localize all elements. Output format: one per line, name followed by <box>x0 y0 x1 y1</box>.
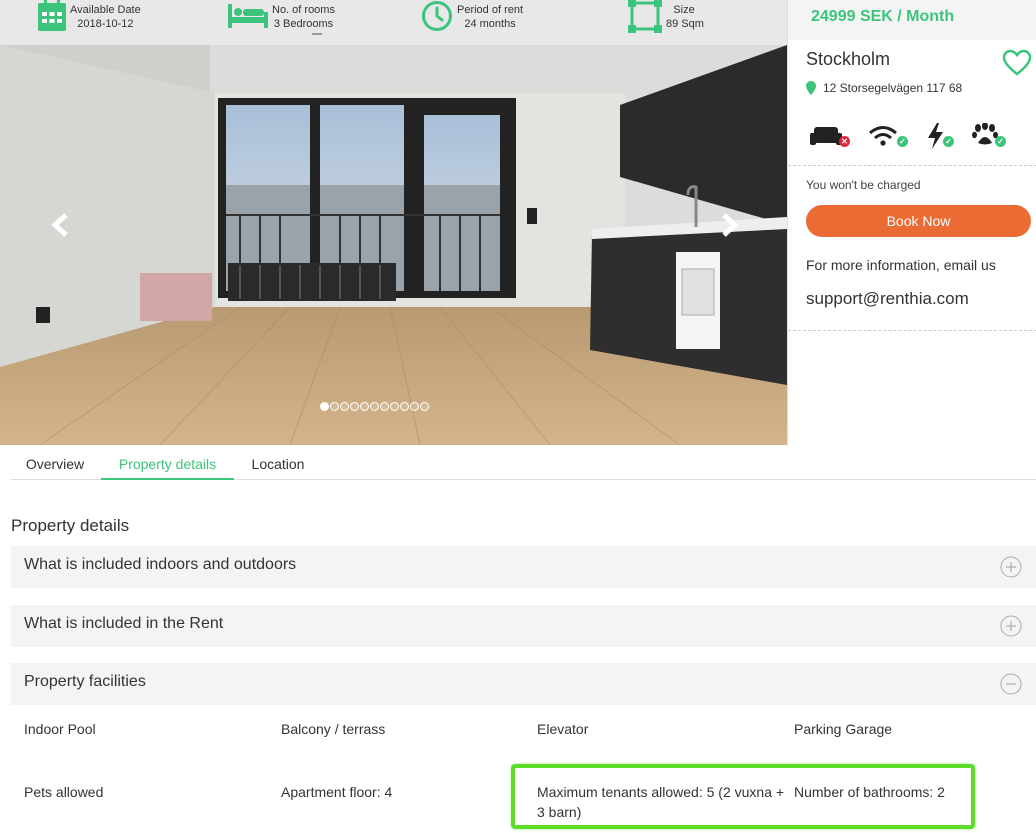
size-item: Size 89 Sqm <box>628 0 748 45</box>
bar-caret <box>312 33 322 35</box>
available-date-item: Available Date 2018-10-12 <box>37 0 157 45</box>
clock-icon <box>422 1 452 31</box>
available-badge: ✓ <box>995 136 1006 147</box>
facility-item: Apartment floor: 4 <box>281 784 393 800</box>
facility-item: Balcony / terrass <box>281 721 386 737</box>
calendar-icon <box>38 0 66 31</box>
rent-period-item: Period of rent 24 months <box>421 0 541 45</box>
no-charge-note: You won't be charged <box>806 178 921 192</box>
amenity-pets: ✓ <box>972 121 1012 151</box>
amenity-furnished: ✕ <box>810 121 850 151</box>
rent-period-text: Period of rent 24 months <box>457 3 523 31</box>
amenity-icons: ✕ ✓ ✓ ✓ <box>810 121 1030 151</box>
expand-plus-icon[interactable] <box>1000 615 1022 637</box>
facility-item: Parking Garage <box>794 721 893 737</box>
sidebar-divider <box>788 165 1036 166</box>
carousel-dot[interactable] <box>390 402 399 411</box>
carousel-dot[interactable] <box>420 402 429 411</box>
carousel-dot[interactable] <box>360 402 369 411</box>
arrow-left-icon[interactable] <box>42 205 82 245</box>
rent-period-label: Period of rent <box>457 4 524 16</box>
heart-icon[interactable] <box>1002 49 1032 77</box>
carousel-dot[interactable] <box>320 402 329 411</box>
amenity-wifi: ✓ <box>868 121 908 151</box>
tab-location[interactable]: Location <box>239 447 317 480</box>
accordion-property-facilities[interactable]: Property facilities <box>11 663 1036 705</box>
facility-item: Pets allowed <box>24 784 104 800</box>
available-badge: ✓ <box>943 136 954 147</box>
accordion-title: Property facilities <box>24 673 146 690</box>
accordion-indoors-outdoors[interactable]: What is included indoors and outdoors <box>11 546 1036 588</box>
size-frame-icon <box>628 0 662 33</box>
size-text: Size 89 Sqm <box>666 3 704 31</box>
wifi-icon <box>869 126 897 146</box>
rooms-label: No. of rooms <box>272 4 335 16</box>
property-details-title: Property details <box>11 516 130 535</box>
arrow-right-icon[interactable] <box>708 205 748 245</box>
carousel-dot[interactable] <box>380 402 389 411</box>
tab-property-details[interactable]: Property details <box>101 447 234 480</box>
property-address: 12 Storsegelvägen 117 68 <box>823 81 963 95</box>
bed-icon <box>228 4 268 28</box>
support-email-link[interactable]: support@renthia.com <box>806 289 969 309</box>
carousel-dot[interactable] <box>370 402 379 411</box>
facility-item: Indoor Pool <box>24 721 96 737</box>
carousel-dot[interactable] <box>400 402 409 411</box>
carousel-dots[interactable] <box>320 402 429 411</box>
electricity-icon <box>928 123 943 149</box>
carousel-dot[interactable] <box>410 402 419 411</box>
size-value: 89 Sqm <box>666 18 704 30</box>
highlight-box <box>511 764 975 829</box>
location-pin-icon <box>806 81 816 95</box>
price-bar: 24999 SEK / Month <box>788 0 1036 40</box>
paw-icon <box>972 123 998 145</box>
sidebar-divider <box>788 330 1036 331</box>
property-tabs: Overview Property details Location <box>11 447 1036 480</box>
available-date-value: 2018-10-12 <box>77 18 134 30</box>
expand-plus-icon[interactable] <box>1000 556 1022 578</box>
available-badge: ✓ <box>897 136 908 147</box>
property-city: Stockholm <box>806 49 891 69</box>
accordion-title: What is included indoors and outdoors <box>24 556 297 573</box>
carousel-dot[interactable] <box>340 402 349 411</box>
available-date-label: Available Date <box>70 4 141 16</box>
tab-overview[interactable]: Overview <box>11 447 99 480</box>
size-label: Size <box>673 4 695 16</box>
unavailable-badge: ✕ <box>839 136 850 147</box>
amenity-electricity: ✓ <box>926 121 966 151</box>
accordion-included-in-rent[interactable]: What is included in the Rent <box>11 605 1036 647</box>
rooms-item: No. of rooms 3 Bedrooms <box>228 0 348 45</box>
sofa-icon <box>810 127 842 145</box>
rooms-value: 3 Bedrooms <box>273 18 334 30</box>
collapse-minus-icon[interactable] <box>1000 673 1022 695</box>
rooms-text: No. of rooms 3 Bedrooms <box>272 3 335 31</box>
carousel-dot[interactable] <box>330 402 339 411</box>
carousel-dot[interactable] <box>350 402 359 411</box>
facility-item: Elevator <box>537 721 589 737</box>
book-now-button[interactable]: Book Now <box>806 205 1031 237</box>
accordion-title: What is included in the Rent <box>24 615 224 632</box>
photo-carousel[interactable] <box>0 45 787 445</box>
monthly-price: 24999 SEK / Month <box>811 8 955 25</box>
booking-sidebar: 24999 SEK / Month Stockholm 12 Storsegel… <box>787 0 1036 447</box>
apartment-photo <box>0 45 787 445</box>
property-info-bar: Available Date 2018-10-12 No. of rooms 3… <box>0 0 787 45</box>
available-date-text: Available Date 2018-10-12 <box>70 3 141 31</box>
address-row: 12 Storsegelvägen 117 68 <box>806 81 962 95</box>
rent-period-value: 24 months <box>464 18 516 30</box>
contact-email-label: For more information, email us <box>806 257 996 273</box>
